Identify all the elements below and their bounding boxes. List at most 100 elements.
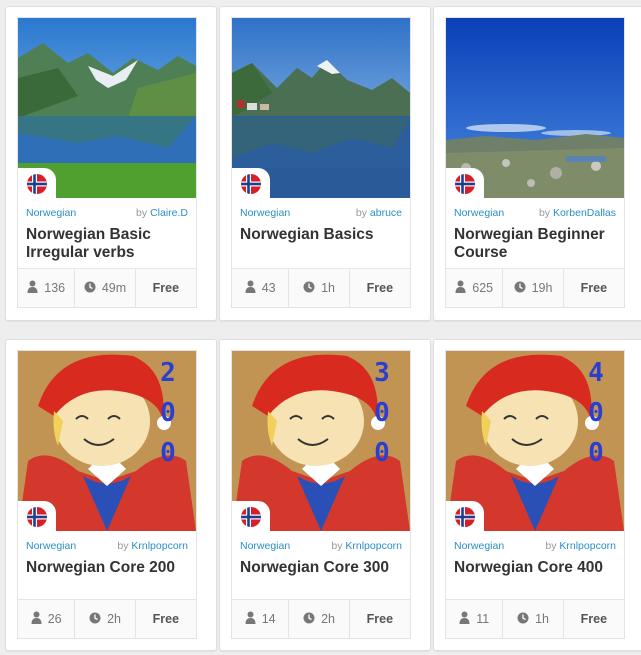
author-line: by KorbenDallas — [539, 207, 616, 219]
language-link[interactable]: Norwegian — [240, 207, 290, 219]
duration-stat: 1h — [503, 600, 564, 638]
course-thumbnail[interactable] — [446, 18, 624, 198]
language-link[interactable]: Norwegian — [454, 207, 504, 219]
person-icon — [455, 280, 466, 296]
course-thumbnail[interactable] — [18, 18, 196, 198]
author-link[interactable]: abruce — [370, 207, 402, 219]
course-thumbnail[interactable]: 2 0 0 — [18, 351, 196, 531]
clock-icon — [84, 281, 96, 296]
duration-value: 19h — [531, 281, 553, 295]
course-thumbnail[interactable]: 4 0 0 — [446, 351, 624, 531]
author-link[interactable]: KorbenDallas — [553, 207, 616, 219]
title-line: Norwegian Core 400 — [454, 559, 604, 576]
author-line: by Krnlpopcorn — [117, 540, 188, 552]
title-line: Norwegian Basic — [26, 226, 151, 243]
level-digit: 0 — [588, 398, 604, 428]
course-grid: Norwegian by Claire.D Norwegian Basic Irr… — [0, 0, 641, 655]
language-link[interactable]: Norwegian — [26, 540, 76, 552]
learners-count: 43 — [261, 281, 276, 295]
course-thumbnail[interactable] — [232, 18, 410, 198]
course-stats: 136 49m Free — [18, 268, 196, 307]
title-line: Norwegian Basics — [240, 226, 374, 243]
duration-value: 1h — [321, 281, 335, 295]
norway-flag-icon — [455, 174, 475, 194]
title-line: Norwegian Beginner — [454, 226, 605, 243]
course-meta: Norwegian by KorbenDallas — [446, 198, 624, 220]
price-label: Free — [152, 612, 180, 626]
course-thumbnail[interactable]: 3 0 0 — [232, 351, 410, 531]
course-title[interactable]: Norwegian Core 300 — [232, 553, 410, 599]
course-stats: 14 2h Free — [232, 599, 410, 638]
price-label: Free — [366, 612, 394, 626]
course-meta: Norwegian by Krnlpopcorn — [446, 531, 624, 553]
level-digit: 0 — [588, 438, 604, 468]
learners-stat: 26 — [18, 600, 76, 638]
course-card-inner: Norwegian by Claire.D Norwegian Basic Irr… — [17, 17, 197, 308]
learners-count: 136 — [44, 281, 66, 295]
level-digit: 2 — [160, 358, 176, 388]
title-line: Norwegian Core 200 — [26, 559, 176, 576]
author-link[interactable]: Krnlpopcorn — [559, 540, 616, 552]
author-line: by Claire.D — [136, 207, 188, 219]
course-card-inner: 3 0 0 Norwegian by Krnlpopcorn Norwegian… — [231, 350, 411, 639]
norway-flag-icon — [27, 174, 47, 194]
learners-count: 625 — [472, 281, 494, 295]
title-line: Norwegian Core 300 — [240, 559, 390, 576]
learners-count: 11 — [476, 612, 490, 626]
norway-flag-icon — [241, 174, 261, 194]
price-label: Free — [366, 281, 394, 295]
author-link[interactable]: Claire.D — [150, 207, 188, 219]
clock-icon — [89, 612, 101, 627]
person-icon — [459, 611, 470, 627]
flag-tab — [232, 168, 270, 198]
course-title[interactable]: Norwegian Core 200 — [18, 553, 196, 599]
learners-count: 26 — [47, 612, 62, 626]
course-card-inner: 4 0 0 Norwegian by Krnlpopcorn Norwegian… — [445, 350, 625, 639]
by-label: by — [355, 207, 367, 219]
clock-icon — [303, 281, 315, 296]
norway-flag-icon — [27, 507, 47, 527]
level-digit: 0 — [374, 398, 390, 428]
norway-flag-icon — [241, 507, 261, 527]
flag-tab — [446, 168, 484, 198]
course-stats: 625 19h Free — [446, 268, 624, 307]
course-title[interactable]: Norwegian Basic Irregular verbs — [18, 220, 196, 268]
language-link[interactable]: Norwegian — [454, 540, 504, 552]
language-link[interactable]: Norwegian — [240, 540, 290, 552]
course-title[interactable]: Norwegian Basics — [232, 220, 410, 268]
language-link[interactable]: Norwegian — [26, 207, 76, 219]
course-meta: Norwegian by Krnlpopcorn — [232, 531, 410, 553]
course-card[interactable]: Norwegian by abruce Norwegian Basics 43 … — [219, 6, 431, 321]
level-digit: 0 — [160, 438, 176, 468]
course-card[interactable]: 2 0 0 Norwegian by Krnlpopcorn Norwegian… — [5, 339, 217, 651]
course-title[interactable]: Norwegian Core 400 — [446, 553, 624, 599]
course-meta: Norwegian by Krnlpopcorn — [18, 531, 196, 553]
flag-tab — [232, 501, 270, 531]
duration-value: 1h — [535, 612, 549, 626]
by-label: by — [545, 540, 557, 552]
duration-value: 49m — [101, 281, 127, 295]
title-line: Irregular verbs — [26, 244, 135, 261]
author-link[interactable]: Krnlpopcorn — [131, 540, 188, 552]
course-card[interactable]: Norwegian by KorbenDallas Norwegian Begi… — [433, 6, 641, 321]
learners-stat: 14 — [232, 600, 290, 638]
course-card-inner: 2 0 0 Norwegian by Krnlpopcorn Norwegian… — [17, 350, 197, 639]
by-label: by — [136, 207, 148, 219]
author-line: by Krnlpopcorn — [331, 540, 402, 552]
clock-icon — [514, 281, 526, 296]
author-link[interactable]: Krnlpopcorn — [345, 540, 402, 552]
level-digit: 0 — [374, 438, 390, 468]
course-card[interactable]: Norwegian by Claire.D Norwegian Basic Irr… — [5, 6, 217, 321]
course-card[interactable]: 3 0 0 Norwegian by Krnlpopcorn Norwegian… — [219, 339, 431, 651]
duration-stat: 49m — [75, 269, 136, 307]
duration-stat: 1h — [289, 269, 350, 307]
flag-tab — [18, 501, 56, 531]
price-label: Free — [580, 281, 608, 295]
course-stats: 26 2h Free — [18, 599, 196, 638]
level-digit: 0 — [160, 398, 176, 428]
course-card[interactable]: 4 0 0 Norwegian by Krnlpopcorn Norwegian… — [433, 339, 641, 651]
clock-icon — [303, 612, 315, 627]
title-line: Course — [454, 244, 508, 261]
learners-stat: 625 — [446, 269, 504, 307]
course-title[interactable]: Norwegian Beginner Course — [446, 220, 624, 268]
